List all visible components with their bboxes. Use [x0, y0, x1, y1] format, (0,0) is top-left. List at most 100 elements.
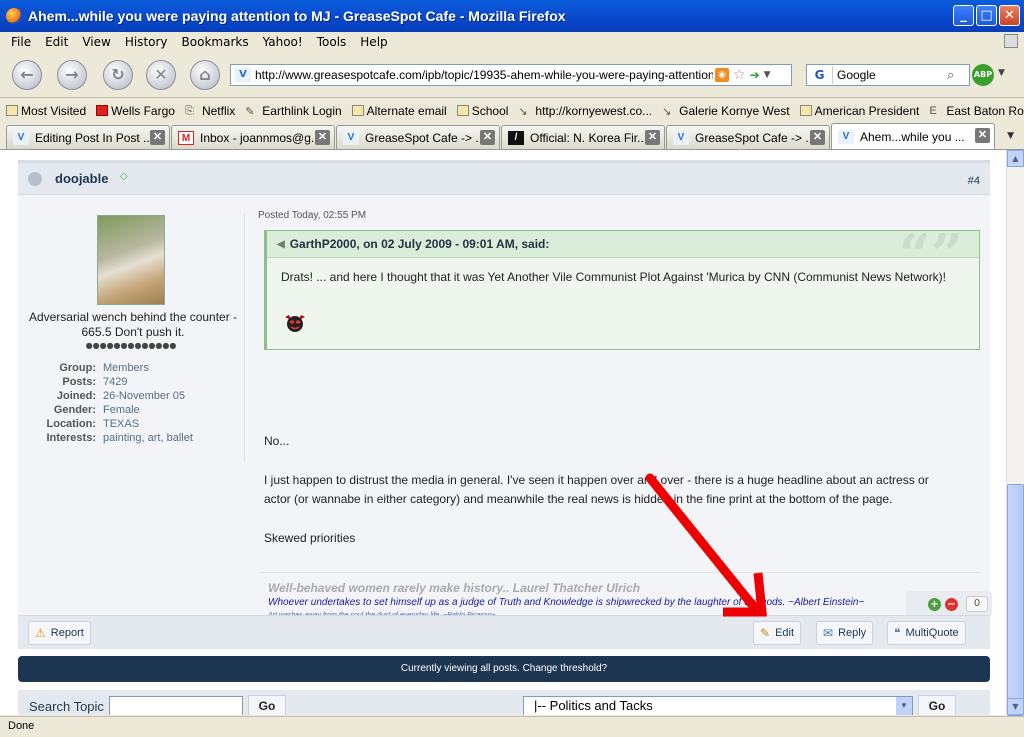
forum-jump-select[interactable]: |-- Politics and Tacks ▼ — [523, 696, 913, 715]
tab-n-korea[interactable]: / Official: N. Korea Fir... ✕ — [501, 125, 665, 149]
bookmark-wells-fargo[interactable]: Wells Fargo — [96, 104, 175, 118]
close-tab-icon[interactable]: ✕ — [150, 130, 165, 145]
author-panel: Adversarial wench behind the counter - 6… — [18, 196, 244, 466]
bookmark-alternate-email[interactable]: Alternate email — [351, 104, 447, 118]
tab-ahem-active[interactable]: V Ahem...while you ... ✕ — [831, 123, 995, 149]
page-icon: ⎘ — [184, 105, 194, 117]
address-bar[interactable]: V http://www.greasespotcafe.com/ipb/topi… — [230, 64, 792, 86]
reply-bubble-icon: ✉ — [823, 626, 834, 640]
search-box[interactable]: G ⌕ — [806, 64, 970, 86]
rank-pips: ●●●●●●●●●●●●● — [85, 341, 177, 350]
search-topic-go-button[interactable]: Go — [248, 695, 286, 715]
adblock-dropdown-icon[interactable]: ▼ — [998, 68, 1005, 78]
bookmark-kornyewest[interactable]: ↘ http://kornyewest.co... — [518, 104, 652, 119]
page-scrollbar[interactable]: ▲ ▼ — [1006, 150, 1024, 716]
rss-feed-icon[interactable]: ◉ — [715, 68, 729, 82]
bookmark-school[interactable]: School — [456, 104, 508, 118]
adblock-plus-button[interactable]: ABP — [972, 64, 994, 86]
rep-up-icon[interactable]: + — [928, 597, 941, 611]
post-paragraph-2-line-2: actor (or wannabe in either category) an… — [264, 492, 893, 506]
news-favicon-icon: / — [508, 130, 524, 145]
quote-block: ◀ GarthP2000, on 02 July 2009 - 09:01 AM… — [264, 225, 980, 350]
wells-fargo-icon — [96, 105, 109, 116]
menu-file[interactable]: File — [11, 35, 31, 49]
info-joined-row: Joined: 26-November 05 — [56, 390, 185, 402]
tab-inbox[interactable]: M Inbox - joannmos@g... ✕ — [171, 125, 335, 149]
bookmark-netflix[interactable]: ⎘ Netflix — [185, 104, 235, 118]
bookmark-galerie[interactable]: ↘ Galerie Kornye West — [662, 104, 790, 119]
url-text[interactable]: http://www.greasespotcafe.com/ipb/topic/… — [255, 68, 713, 82]
status-bar: Done — [0, 716, 1024, 737]
home-button[interactable]: ⌂ — [190, 60, 220, 90]
close-tab-icon[interactable]: ✕ — [975, 128, 990, 143]
menu-tools[interactable]: Tools — [317, 35, 347, 49]
scroll-thumb[interactable] — [1007, 484, 1024, 716]
multiquote-icon: ❝ — [894, 626, 901, 640]
quote-marks-icon: “” — [898, 222, 963, 288]
avatar[interactable] — [97, 215, 165, 305]
search-engine-google-icon[interactable]: G — [807, 66, 833, 84]
reply-button[interactable]: ✉ Reply — [816, 621, 874, 645]
maximize-button[interactable]: □ — [976, 5, 997, 26]
info-location-row: Location: TEXAS — [46, 418, 140, 430]
close-tab-icon[interactable]: ✕ — [810, 130, 825, 145]
search-input[interactable] — [837, 68, 947, 82]
quote-citation: GarthP2000, on 02 July 2009 - 09:01 AM, … — [289, 237, 550, 251]
tab-bar: V Editing Post In Post ... ✕ M Inbox - joan… — [0, 123, 1024, 150]
menu-history[interactable]: History — [125, 35, 168, 49]
tab-list-dropdown-icon[interactable]: ▼ — [1007, 131, 1014, 141]
multiquote-button[interactable]: ❝ MultiQuote — [887, 621, 966, 645]
tab-greasespot-2[interactable]: V GreaseSpot Cafe -> ... ✕ — [666, 125, 830, 149]
reload-button[interactable]: ↻ — [103, 60, 133, 90]
menu-edit[interactable]: Edit — [45, 35, 68, 49]
menu-bookmarks[interactable]: Bookmarks — [182, 35, 249, 49]
close-tab-icon[interactable]: ✕ — [645, 130, 660, 145]
signature-line-2: Whoever undertakes to set himself up as … — [268, 597, 865, 608]
report-button[interactable]: ⚠ Report — [28, 621, 91, 645]
menu-help[interactable]: Help — [360, 35, 387, 49]
minimize-button[interactable]: _ — [953, 5, 974, 26]
forum-jump-go-button[interactable]: Go — [918, 695, 956, 715]
post-number-link[interactable]: #4 — [968, 175, 980, 187]
member-title: Adversarial wench behind the counter - 6… — [28, 310, 238, 339]
scroll-down-icon[interactable]: ▼ — [1007, 698, 1024, 715]
info-gender-row: Gender: Female — [53, 404, 140, 416]
menu-yahoo[interactable]: Yahoo! — [263, 35, 303, 49]
greasespot-favicon-icon: V — [838, 129, 854, 144]
ebr-icon: E — [929, 105, 937, 117]
stop-button[interactable]: ✕ — [146, 60, 176, 90]
url-dropdown-icon[interactable]: ▼ — [764, 70, 771, 80]
author-info: Group: Members Posts: 7429 Joined: 26-Novem… — [18, 362, 244, 446]
quote-arrow-icon[interactable]: ◀ — [277, 239, 285, 250]
bookmark-star-icon[interactable]: ☆ — [733, 67, 746, 83]
bookmark-east-baton-rouge[interactable]: EEast Baton Rouge Pari... — [929, 104, 1024, 118]
menu-view[interactable]: View — [82, 35, 110, 49]
greasespot-favicon-icon: V — [13, 130, 29, 145]
post-author-name[interactable]: doojable — [55, 171, 108, 186]
tab-editing-post[interactable]: V Editing Post In Post ... ✕ — [6, 125, 170, 149]
back-button[interactable]: ← — [12, 60, 42, 90]
close-tab-icon[interactable]: ✕ — [315, 130, 330, 145]
threshold-bar[interactable]: Currently viewing all posts. Change thre… — [18, 656, 990, 682]
edit-button[interactable]: ✎ Edit — [753, 621, 802, 645]
scroll-up-icon[interactable]: ▲ — [1007, 150, 1024, 167]
info-group-row: Group: Members — [59, 362, 149, 374]
bookmark-american-president[interactable]: American President — [799, 104, 919, 118]
online-status-icon: ◇ — [120, 171, 128, 182]
search-topic-input[interactable] — [109, 696, 243, 715]
go-arrow-icon[interactable]: ➔ — [750, 68, 760, 82]
close-window-button[interactable]: ✕ — [999, 5, 1020, 26]
search-magnifier-icon[interactable]: ⌕ — [947, 68, 954, 83]
rep-down-icon[interactable]: − — [945, 597, 958, 611]
bookmark-most-visited[interactable]: Most Visited — [6, 104, 86, 118]
bookmark-earthlink[interactable]: ✎ Earthlink Login — [245, 104, 341, 119]
reputation-box: + − 0 — [906, 591, 992, 617]
close-tab-icon[interactable]: ✕ — [480, 130, 495, 145]
warning-icon: ⚠ — [35, 626, 46, 640]
tab-greasespot-1[interactable]: V GreaseSpot Cafe -> ... ✕ — [336, 125, 500, 149]
firefox-icon — [6, 8, 22, 24]
forum-post: doojable ◇ #4 Adversarial wench behind t… — [18, 160, 992, 649]
forward-button[interactable]: → — [57, 60, 87, 90]
info-posts-row: Posts: 7429 — [62, 376, 128, 388]
chevron-down-icon[interactable]: ▼ — [896, 697, 912, 715]
